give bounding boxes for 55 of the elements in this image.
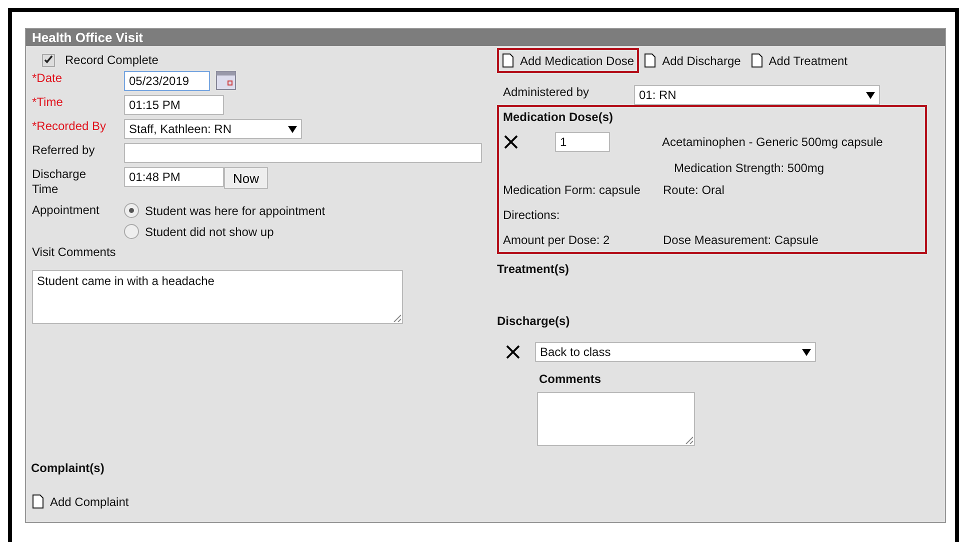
field-label: *Time <box>32 95 64 110</box>
add-complaint-link[interactable]: Add Complaint <box>27 489 491 514</box>
field-label: *Date <box>32 71 64 86</box>
quantity-field[interactable]: 1 <box>555 132 610 152</box>
document-icon <box>502 53 514 68</box>
field-label: Visit Comments <box>32 245 117 259</box>
calendar-icon[interactable] <box>216 71 236 90</box>
section-heading: Treatment(s) <box>497 262 570 276</box>
discharge-dropdown[interactable]: Back to class <box>535 342 816 362</box>
administered-by-dropdown[interactable]: 01: RN <box>634 85 880 105</box>
caret-icon <box>866 92 875 98</box>
close-icon[interactable] <box>503 134 519 150</box>
staff-dropdown[interactable]: Staff, Kathleen: RN <box>124 119 302 139</box>
resize-grip-icon[interactable] <box>393 314 401 322</box>
section-heading: Complaint(s) <box>31 461 106 475</box>
field-label: *Recorded By <box>32 119 108 134</box>
close-icon[interactable] <box>505 344 521 360</box>
medication-form: Medication Form: capsule <box>503 183 642 197</box>
radio-button[interactable] <box>124 203 139 218</box>
medication-strength: Medication Strength: 500mg <box>674 161 826 175</box>
field-label: Referred by <box>32 143 96 158</box>
dose-amount: Amount per Dose: 2 <box>503 233 611 247</box>
time-field[interactable]: 01:48 PM <box>124 167 224 187</box>
section-heading: Discharge(s) <box>497 314 571 328</box>
date-field[interactable]: 05/23/2019 <box>124 71 210 91</box>
field-label: Discharge Time <box>32 167 88 197</box>
radio-label: Student did not show up <box>145 224 274 238</box>
radio-button[interactable] <box>124 224 139 239</box>
add-link[interactable]: Add Medication Dose <box>497 48 640 73</box>
caret-icon <box>802 348 811 356</box>
field-label: Administered by <box>503 85 590 99</box>
document-icon <box>750 53 763 68</box>
radio-label: Student was here for appointment <box>145 204 326 218</box>
document-icon <box>644 53 656 68</box>
dose-measurement: Dose Measurement: Capsule <box>663 233 820 247</box>
add-link[interactable]: Add Discharge <box>639 48 746 73</box>
panel-title: Health Office Visit <box>26 29 945 46</box>
caret-icon <box>288 126 297 132</box>
comments-field[interactable] <box>537 392 695 446</box>
time-field[interactable]: 01:15 PM <box>124 95 224 115</box>
comments-field[interactable]: Student came in with a headache <box>32 270 403 324</box>
field-label: Comments <box>539 372 602 386</box>
section-heading: Medication Dose(s) <box>503 110 614 124</box>
now-button[interactable]: Now <box>224 167 268 189</box>
checkbox-label: Record Complete <box>65 53 158 67</box>
referred-by-field[interactable] <box>124 143 482 163</box>
resize-grip-icon[interactable] <box>685 436 693 444</box>
checkbox[interactable] <box>42 54 55 66</box>
medication-directions: Directions: <box>503 208 561 222</box>
medication-name: Acetaminophen - Generic 500mg capsule <box>662 135 883 149</box>
medication-route: Route: Oral <box>663 183 726 197</box>
document-icon <box>32 494 44 509</box>
add-link[interactable]: Add Treatment <box>746 48 853 73</box>
field-label: Appointment <box>32 203 100 218</box>
checkmark-icon <box>44 54 53 64</box>
